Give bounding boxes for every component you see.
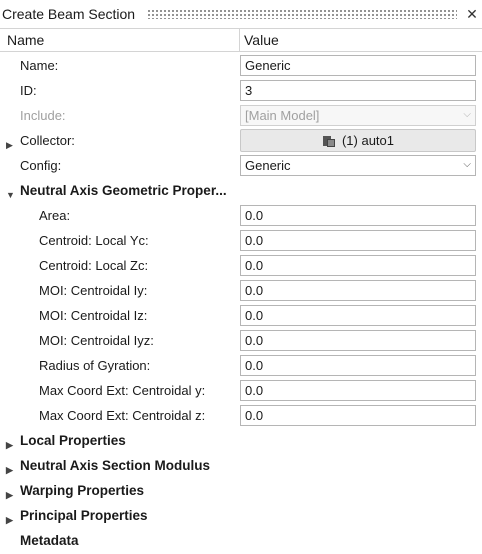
row-max-coord-z: Max Coord Ext: Centroidal z: 0.0: [0, 403, 482, 428]
collector-label: Collector:: [20, 133, 75, 148]
moi-iy-field[interactable]: 0.0: [240, 280, 476, 301]
config-select[interactable]: Generic ⌵: [240, 155, 476, 176]
moi-iz-field[interactable]: 0.0: [240, 305, 476, 326]
section-principal-properties[interactable]: ▶ Principal Properties: [0, 503, 482, 528]
row-area: Area: 0.0: [0, 203, 482, 228]
row-moi-iy: MOI: Centroidal Iy: 0.0: [0, 278, 482, 303]
section-title-cell: ▶ Principal Properties: [0, 508, 148, 525]
row-centroid-yc: Centroid: Local Yc: 0.0: [0, 228, 482, 253]
panel-title: Create Beam Section: [2, 6, 136, 22]
centroid-zc-field[interactable]: 0.0: [240, 255, 476, 276]
section-neutral-axis-geometric[interactable]: ▼ Neutral Axis Geometric Proper...: [0, 178, 482, 203]
section-title-cell: ▶ Local Properties: [0, 433, 126, 450]
max-coord-z-field[interactable]: 0.0: [240, 405, 476, 426]
section-warping-properties[interactable]: ▶ Warping Properties: [0, 478, 482, 503]
name-field[interactable]: Generic: [240, 55, 476, 76]
id-label: ID:: [20, 83, 37, 98]
area-field[interactable]: 0.0: [240, 205, 476, 226]
row-config: Config: Generic ⌵: [0, 153, 482, 178]
centroid-yc-field[interactable]: 0.0: [240, 230, 476, 251]
row-moi-iyz: MOI: Centroidal Iyz: 0.0: [0, 328, 482, 353]
include-value: [Main Model]: [245, 108, 320, 123]
collector-value: (1) auto1: [341, 133, 395, 148]
drag-grip-handle[interactable]: [147, 9, 457, 19]
moi-iz-label: MOI: Centroidal Iz:: [39, 308, 148, 323]
moi-iy-label: MOI: Centroidal Iy:: [39, 283, 148, 298]
row-collector: ▶ Collector: (1) auto1: [0, 128, 482, 153]
row-moi-iz: MOI: Centroidal Iz: 0.0: [0, 303, 482, 328]
chevron-down-icon: ⌵: [463, 109, 471, 120]
section-local-properties[interactable]: ▶ Local Properties: [0, 428, 482, 453]
row-include: Include: [Main Model] ⌵: [0, 103, 482, 128]
panel-titlebar: Create Beam Section ✕: [0, 0, 482, 28]
section-neutral-axis-modulus[interactable]: ▶ Neutral Axis Section Modulus: [0, 453, 482, 478]
row-id: ID: 3: [0, 78, 482, 103]
chevron-down-icon: ⌵: [463, 159, 471, 170]
grid-header: Name Value: [0, 29, 482, 52]
row-max-coord-y: Max Coord Ext: Centroidal y: 0.0: [0, 378, 482, 403]
section-title: Neutral Axis Geometric Proper...: [20, 183, 227, 198]
config-label: Config:: [20, 158, 62, 173]
section-title: Principal Properties: [20, 508, 148, 523]
centroid-yc-label: Centroid: Local Yc:: [39, 233, 149, 248]
moi-iyz-label: MOI: Centroidal Iyz:: [39, 333, 154, 348]
section-title-cell: ▼ Neutral Axis Geometric Proper...: [0, 183, 227, 200]
centroid-zc-label: Centroid: Local Zc:: [39, 258, 149, 273]
row-name: Name: Generic: [0, 53, 482, 78]
section-title-cell: ▶ Neutral Axis Section Modulus: [0, 458, 211, 475]
max-coord-y-field[interactable]: 0.0: [240, 380, 476, 401]
include-select: [Main Model] ⌵: [240, 105, 476, 126]
property-grid: Name Value Name: Generic ID: 3 Include: …: [0, 28, 482, 554]
section-title: Local Properties: [20, 433, 126, 448]
section-title-cell: ▶ Warping Properties: [0, 483, 145, 500]
moi-iyz-field[interactable]: 0.0: [240, 330, 476, 351]
section-title: Warping Properties: [20, 483, 145, 498]
name-label: Name:: [20, 58, 59, 73]
radius-gyration-label: Radius of Gyration:: [39, 358, 151, 373]
close-icon[interactable]: ✕: [465, 6, 479, 23]
collector-label-cell: ▶ Collector:: [0, 133, 240, 150]
max-coord-z-label: Max Coord Ext: Centroidal z:: [39, 408, 206, 423]
row-centroid-zc: Centroid: Local Zc: 0.0: [0, 253, 482, 278]
component-collector-icon: [322, 134, 336, 148]
section-title-cell: Metadata: [0, 533, 79, 548]
section-metadata[interactable]: Metadata: [0, 528, 482, 553]
config-value: Generic: [245, 158, 291, 173]
section-title: Neutral Axis Section Modulus: [20, 458, 211, 473]
section-title: Metadata: [20, 533, 79, 548]
collector-button[interactable]: (1) auto1: [240, 129, 476, 152]
radius-gyration-field[interactable]: 0.0: [240, 355, 476, 376]
include-label: Include:: [20, 108, 66, 123]
row-radius-gyration: Radius of Gyration: 0.0: [0, 353, 482, 378]
header-value[interactable]: Value: [240, 29, 279, 51]
area-label: Area:: [39, 208, 71, 223]
max-coord-y-label: Max Coord Ext: Centroidal y:: [39, 383, 206, 398]
header-name[interactable]: Name: [0, 29, 240, 51]
id-field[interactable]: 3: [240, 80, 476, 101]
